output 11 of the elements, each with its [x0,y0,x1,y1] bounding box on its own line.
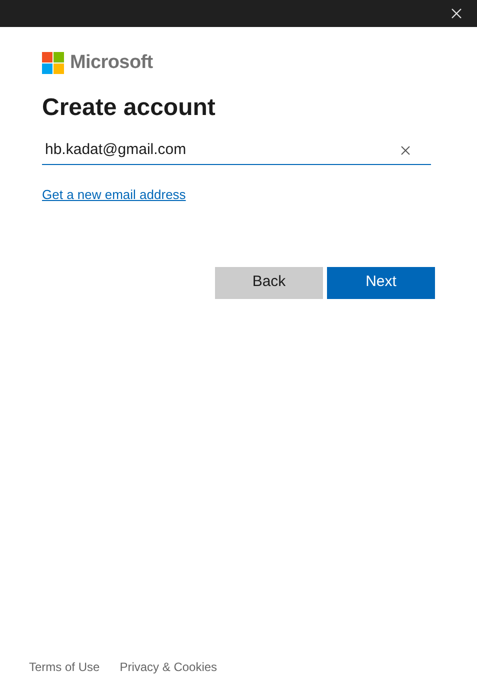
brand-name: Microsoft [70,50,153,75]
close-icon[interactable] [449,6,463,20]
footer-link[interactable]: Privacy & Cookies [120,658,218,676]
next-button[interactable]: Next [327,266,435,298]
page-title: Create account [42,93,216,123]
new-email-link[interactable]: Get a new email address [42,185,186,204]
clear-icon[interactable] [400,145,410,155]
footer-link[interactable]: Terms of Use [29,658,100,676]
logo-icon [42,52,64,74]
email-field[interactable]: hb.kadat@gmail.com [42,135,431,165]
back-button[interactable]: Back [215,266,323,298]
